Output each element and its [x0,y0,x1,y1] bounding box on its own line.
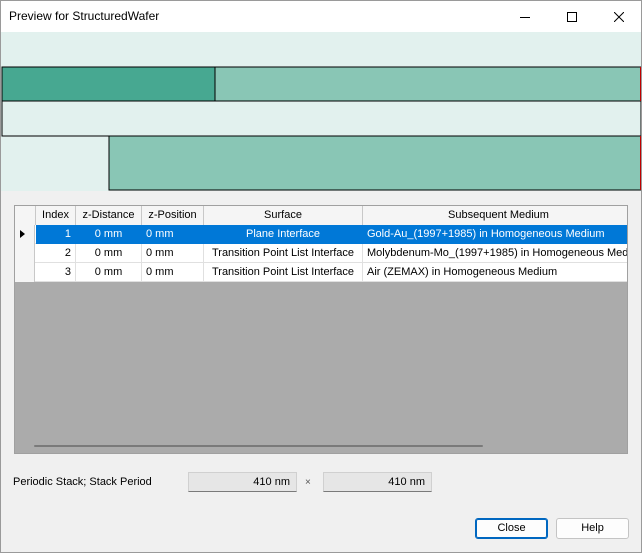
row-header[interactable] [15,244,35,263]
surface-table[interactable]: Index z-Distance z-Position Surface Subs… [14,205,628,454]
gold-layer-segment [1,66,216,102]
current-row-arrow-icon [20,230,25,238]
cell-z-position[interactable]: 0 mm [142,263,204,282]
close-window-button[interactable] [596,1,641,32]
cell-subsequent-medium[interactable]: Air (ZEMAX) in Homogeneous Medium [363,263,627,282]
cell-surface[interactable]: Transition Point List Interface [204,244,363,263]
structure-preview [1,32,641,191]
cell-subsequent-medium[interactable]: Molybdenum-Mo_(1997+1985) in Homogeneous… [363,244,627,263]
cell-surface[interactable]: Transition Point List Interface [204,263,363,282]
column-header-surface[interactable]: Surface [204,206,363,225]
cell-subsequent-medium[interactable]: Gold-Au_(1997+1985) in Homogeneous Mediu… [363,225,627,244]
periodic-stack-label: Periodic Stack; Stack Period [13,476,152,488]
cell-z-position[interactable]: 0 mm [142,225,204,244]
maximize-icon [567,11,577,22]
column-header-z-position[interactable]: z-Position [142,206,204,225]
maximize-button[interactable] [549,1,595,32]
row-header-corner [15,206,36,225]
cell-z-position[interactable]: 0 mm [142,244,204,263]
help-button[interactable]: Help [556,518,629,539]
cell-z-distance[interactable]: 0 mm [76,263,142,282]
lower-layer-segment [108,135,641,191]
minimize-button[interactable] [502,1,548,32]
column-header-z-distance[interactable]: z-Distance [76,206,142,225]
row-header[interactable] [15,225,35,244]
cell-z-distance[interactable]: 0 mm [76,225,142,244]
close-icon [614,11,624,22]
minimize-icon [520,16,530,18]
stack-period-y-field[interactable]: 410 nm [323,472,432,492]
scrollbar-thumb[interactable] [34,445,483,447]
table-row[interactable]: 1 0 mm 0 mm Plane Interface Gold-Au_(199… [15,225,627,244]
column-header-subsequent-medium[interactable]: Subsequent Medium [363,206,627,225]
molybdenum-layer-segment [214,66,641,102]
cell-index[interactable]: 1 [36,225,76,244]
multiply-separator: × [305,477,311,488]
cell-index[interactable]: 2 [36,244,76,263]
middle-gap-region [1,100,641,137]
cell-z-distance[interactable]: 0 mm [76,244,142,263]
title-bar[interactable]: Preview for StructuredWafer [1,1,641,32]
horizontal-scrollbar[interactable] [16,439,627,453]
column-header-index[interactable]: Index [36,206,76,225]
window-title: Preview for StructuredWafer [9,9,160,23]
dialog-window: Preview for StructuredWafer Index z-Dist… [0,0,642,553]
close-button[interactable]: Close [475,518,548,539]
cell-index[interactable]: 3 [36,263,76,282]
cell-surface[interactable]: Plane Interface [204,225,363,244]
table-header: Index z-Distance z-Position Surface Subs… [15,206,627,225]
table-row[interactable]: 2 0 mm 0 mm Transition Point List Interf… [15,244,627,263]
row-header[interactable] [15,263,35,282]
stack-period-x-field[interactable]: 410 nm [188,472,297,492]
table-row[interactable]: 3 0 mm 0 mm Transition Point List Interf… [15,263,627,282]
